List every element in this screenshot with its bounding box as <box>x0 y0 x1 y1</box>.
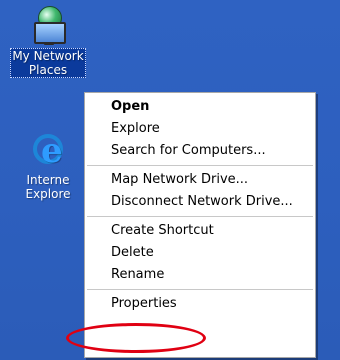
menu-item-open[interactable]: Open <box>85 96 315 118</box>
menu-item-properties[interactable]: Properties <box>85 293 315 315</box>
menu-separator <box>87 165 313 166</box>
network-places-icon <box>28 6 68 46</box>
internet-explorer-label[interactable]: Interne Explore <box>23 172 72 202</box>
my-network-places-icon[interactable]: My Network Places <box>2 6 94 78</box>
menu-item-search-for-computers[interactable]: Search for Computers... <box>85 140 315 162</box>
menu-separator <box>87 289 313 290</box>
context-menu: Open Explore Search for Computers... Map… <box>84 92 316 358</box>
menu-item-map-network-drive[interactable]: Map Network Drive... <box>85 169 315 191</box>
menu-item-explore[interactable]: Explore <box>85 118 315 140</box>
menu-item-rename[interactable]: Rename <box>85 264 315 286</box>
menu-item-disconnect-network-drive[interactable]: Disconnect Network Drive... <box>85 191 315 213</box>
menu-item-delete[interactable]: Delete <box>85 242 315 264</box>
internet-explorer-desktop-icon[interactable]: e Interne Explore <box>2 130 94 202</box>
menu-item-create-shortcut[interactable]: Create Shortcut <box>85 220 315 242</box>
my-network-places-label[interactable]: My Network Places <box>10 48 86 78</box>
monitor-icon <box>34 22 66 44</box>
menu-separator <box>87 216 313 217</box>
internet-explorer-icon: e <box>28 130 68 170</box>
